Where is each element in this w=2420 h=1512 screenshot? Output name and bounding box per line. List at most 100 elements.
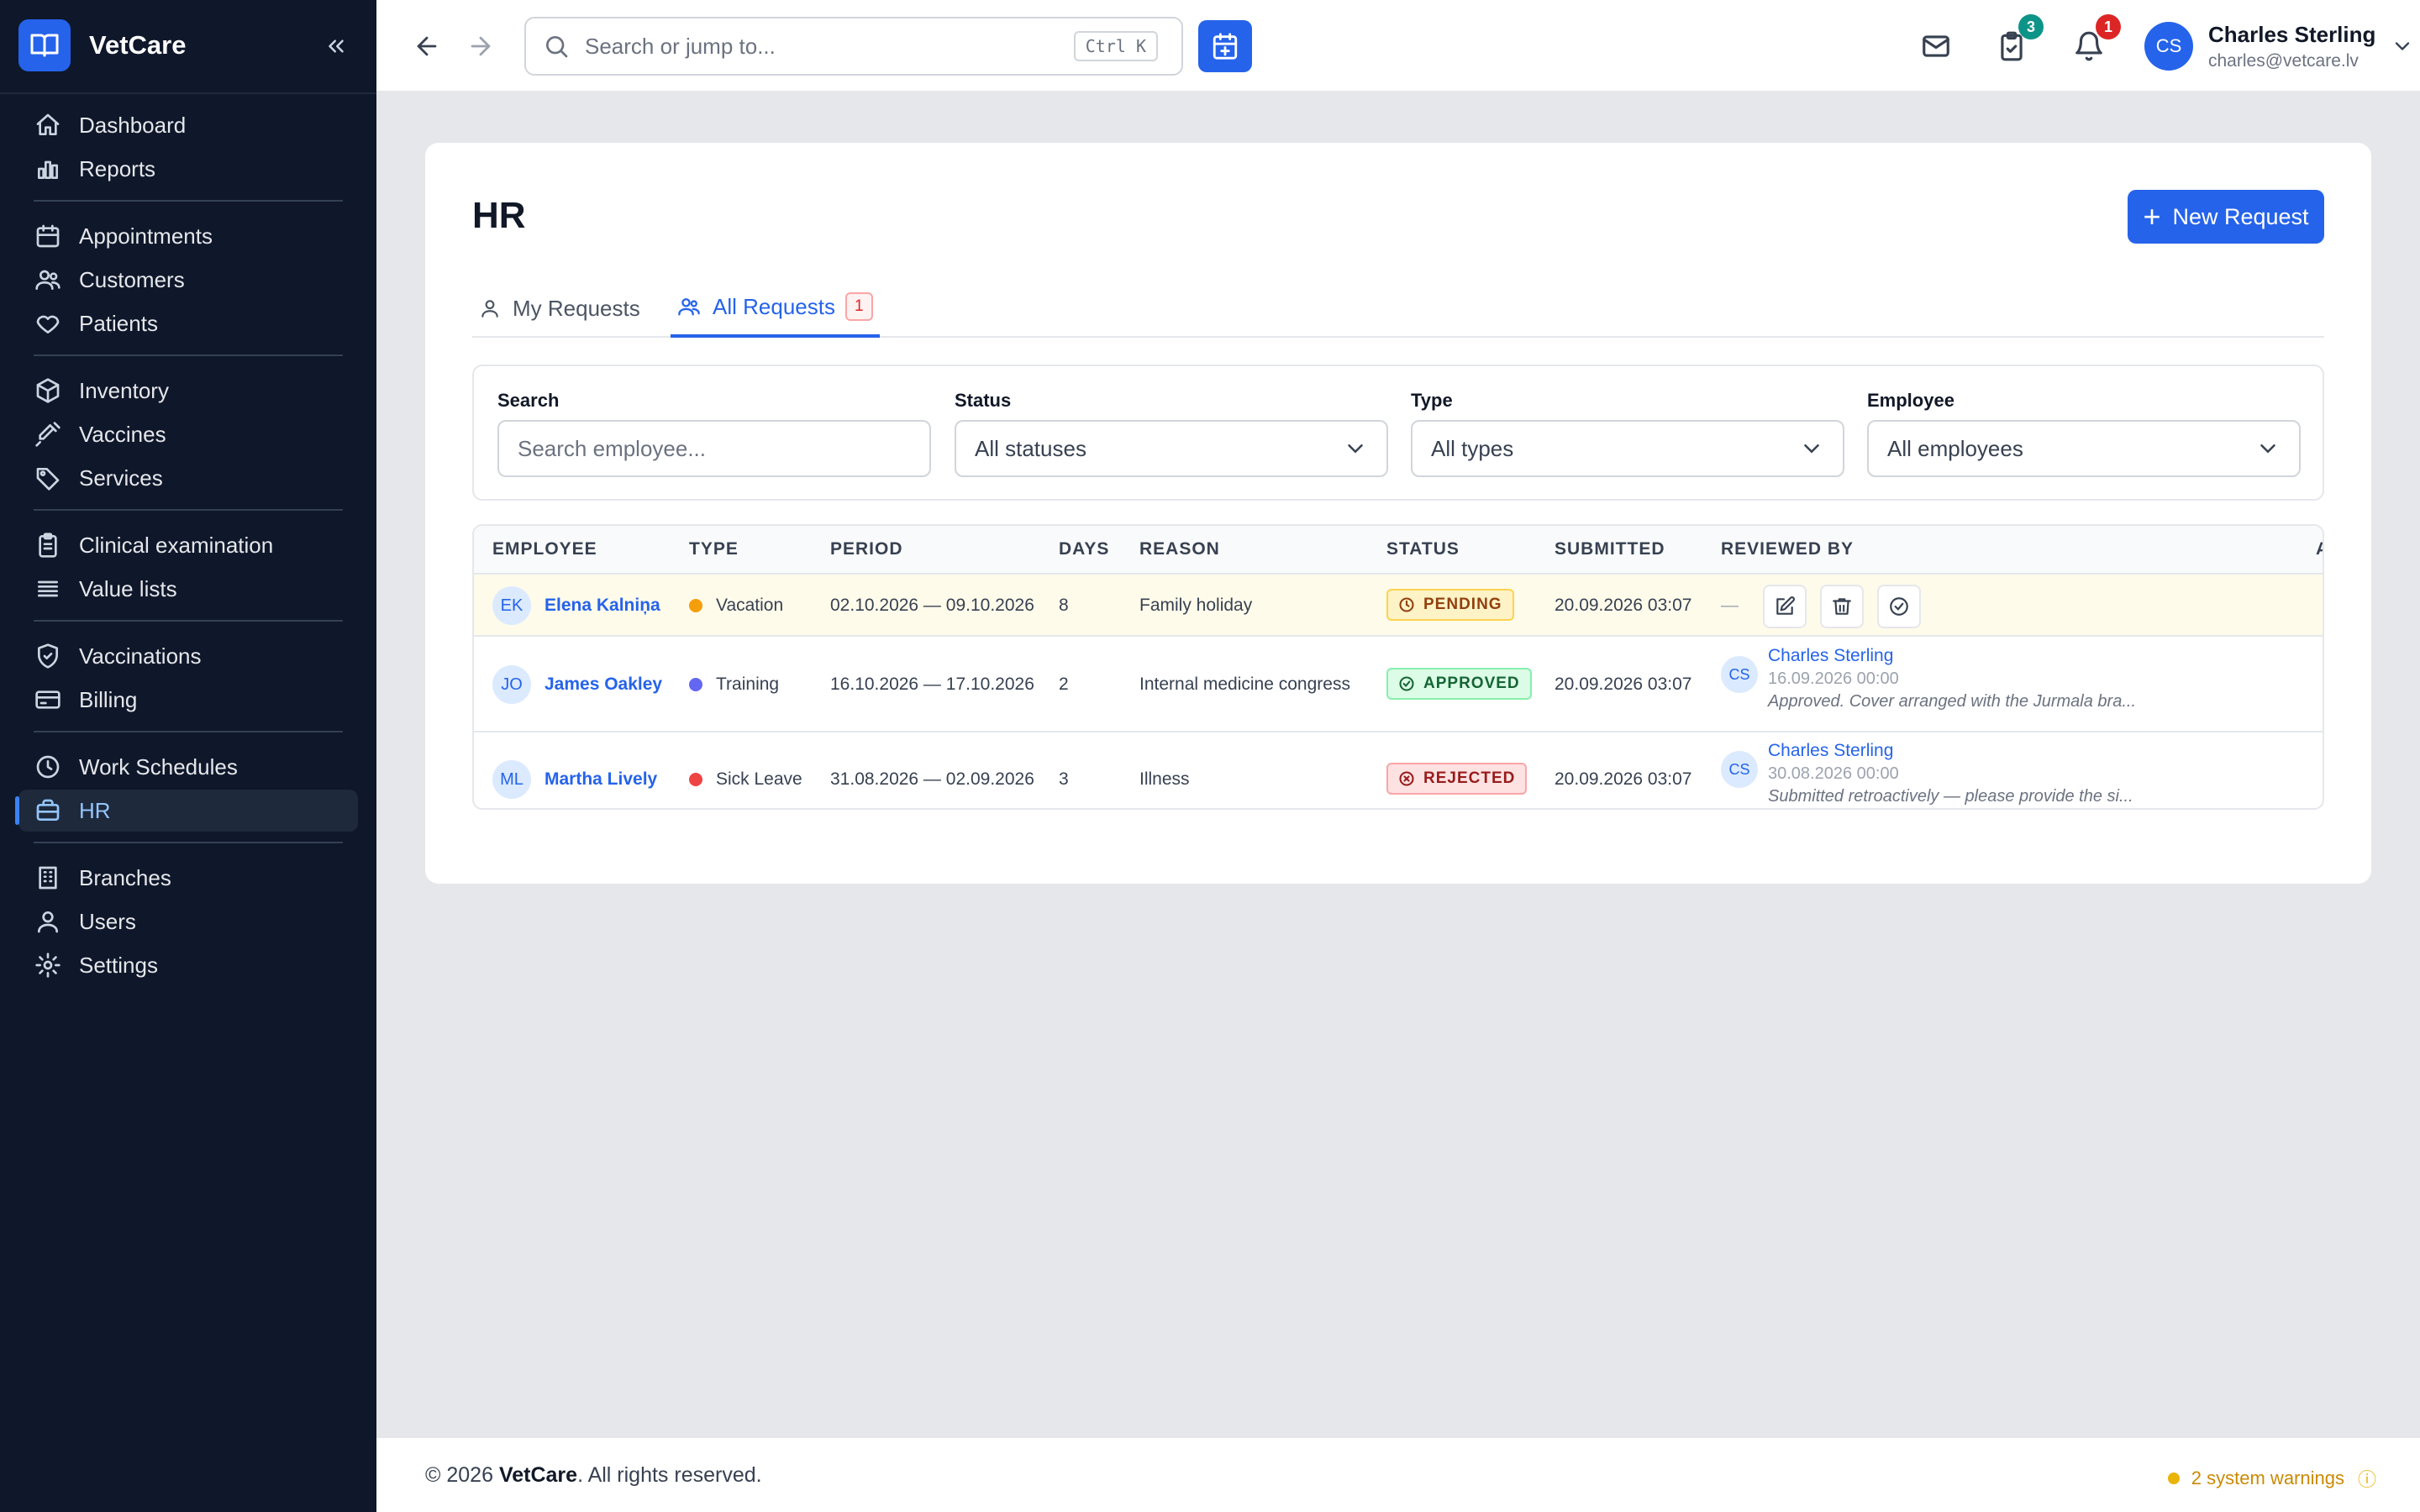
tab-my-requests[interactable]: My Requests <box>479 279 640 338</box>
column-header-days[interactable]: DAYS <box>1059 539 1109 559</box>
table-row[interactable]: ML Martha Lively Sick Leave 31.08.2026 —… <box>474 732 2323 808</box>
period-cell: 02.10.2026 — 09.10.2026 <box>830 596 1034 615</box>
back-button[interactable] <box>405 24 449 68</box>
brand[interactable]: VetCare <box>18 18 358 72</box>
delete-request-button[interactable] <box>1820 585 1864 628</box>
column-header-period[interactable]: PERIOD <box>830 539 903 559</box>
table-row[interactable]: JO James Oakley Training 16.10.2026 — 17… <box>474 637 2323 732</box>
employee-select[interactable]: All employees <box>1867 420 2301 477</box>
column-header-status[interactable]: STATUS <box>1386 539 1460 559</box>
system-warnings[interactable]: 2 system warnings ⓘ <box>2167 1465 2376 1492</box>
column-header-employee[interactable]: EMPLOYEE <box>492 539 597 559</box>
sidebar-divider <box>34 354 343 356</box>
days-cell: 3 <box>1059 769 1069 789</box>
box-icon-glyph <box>36 378 60 403</box>
employee-cell: ML Martha Lively <box>492 760 657 799</box>
sidebar-divider <box>34 200 343 202</box>
type-color-dot <box>689 599 702 612</box>
sidebar-item-reports[interactable]: Reports <box>18 148 358 190</box>
notifications-button[interactable]: 1 <box>2067 14 2121 68</box>
box-icon <box>34 376 62 405</box>
reviewed-at: 30.08.2026 00:00 <box>1768 764 1899 783</box>
sidebar-item-label: Vaccinations <box>79 643 202 669</box>
gear-icon-glyph <box>35 953 60 978</box>
sidebar-item-work-schedules[interactable]: Work Schedules <box>18 746 358 788</box>
reviewed-by-empty: — <box>1721 596 1739 615</box>
column-header-a[interactable]: A <box>2316 539 2323 559</box>
sidebar-item-billing[interactable]: Billing <box>18 679 358 721</box>
chevron-down-icon <box>1348 444 1363 454</box>
tab-all-requests[interactable]: All Requests 1 <box>671 279 880 338</box>
column-header-reviewed-by[interactable]: REVIEWED BY <box>1721 539 1854 559</box>
sidebar-item-customers[interactable]: Customers <box>18 259 358 301</box>
reason-cell: Family holiday <box>1139 596 1253 615</box>
sidebar-item-vaccinations[interactable]: Vaccinations <box>18 635 358 677</box>
notifications-count-badge: 1 <box>2096 14 2121 39</box>
filter-employee-label: Employee <box>1867 390 1954 411</box>
table-row[interactable]: EK Elena Kalniņa Vacation 02.10.2026 — 0… <box>474 575 2323 637</box>
sidebar-item-dashboard[interactable]: Dashboard <box>18 104 358 146</box>
tasks-count-badge: 3 <box>2018 14 2044 39</box>
new-request-button[interactable]: + New Request <box>2128 190 2324 244</box>
sidebar-item-branches[interactable]: Branches <box>18 857 358 899</box>
home-icon-glyph <box>36 113 60 135</box>
sidebar-item-label: Users <box>79 908 136 934</box>
check-circle-icon <box>1399 676 1414 691</box>
reason-cell: Illness <box>1139 769 1190 789</box>
x-circle-icon <box>1399 771 1414 786</box>
employee-cell: JO James Oakley <box>492 665 662 704</box>
employee-link[interactable]: Martha Lively <box>544 769 657 790</box>
clock-icon <box>34 753 62 781</box>
sidebar-item-services[interactable]: Services <box>18 457 358 499</box>
copyright-prefix: © 2026 <box>425 1463 493 1487</box>
messages-button[interactable] <box>1914 24 1958 68</box>
collapse-sidebar-button[interactable] <box>319 32 353 60</box>
new-request-label: New Request <box>2172 203 2309 229</box>
type-select[interactable]: All types <box>1411 420 1844 477</box>
chevrons-left-icon <box>329 39 344 53</box>
status-label: PENDING <box>1423 596 1502 613</box>
shield-check-icon <box>34 642 62 670</box>
sidebar-item-patients[interactable]: Patients <box>18 302 358 344</box>
filter-status: Status All statuses <box>955 390 1388 477</box>
column-header-reason[interactable]: REASON <box>1139 539 1220 559</box>
sidebar-item-hr[interactable]: HR <box>15 790 358 832</box>
sidebar-item-appointments[interactable]: Appointments <box>18 215 358 257</box>
clipboard-icon-glyph <box>39 533 57 558</box>
quick-calendar-button[interactable] <box>1198 20 1252 72</box>
tasks-button[interactable]: 3 <box>1990 14 2044 68</box>
sidebar-item-value-lists[interactable]: Value lists <box>18 568 358 610</box>
reviewer-link[interactable]: Charles Sterling <box>1768 646 2136 666</box>
arrow-left-icon <box>417 36 437 56</box>
column-header-submitted[interactable]: SUBMITTED <box>1555 539 1665 559</box>
forward-button[interactable] <box>459 24 502 68</box>
all-requests-count-badge: 1 <box>844 292 873 321</box>
reviewer-avatar: CS <box>1721 751 1758 788</box>
employee-link[interactable]: Elena Kalniņa <box>544 596 660 616</box>
sidebar-item-vaccines[interactable]: Vaccines <box>18 413 358 455</box>
footer-brand: VetCare <box>498 1463 578 1487</box>
user-menu[interactable]: CS Charles Sterling charles@vetcare.lv <box>2144 20 2414 72</box>
check-circle-icon <box>1890 597 1908 616</box>
copyright-suffix: . All rights reserved. <box>577 1463 762 1487</box>
sidebar-item-clinical-examination[interactable]: Clinical examination <box>18 524 358 566</box>
global-search-placeholder: Search or jump to... <box>585 33 776 59</box>
warning-dot-icon <box>2167 1473 2180 1484</box>
status-select[interactable]: All statuses <box>955 420 1388 477</box>
system-warnings-label: 2 system warnings <box>2191 1467 2344 1488</box>
employee-link[interactable]: James Oakley <box>544 675 662 695</box>
reviewed-by-cell: CS Charles Sterling 16.09.2026 00:00 App… <box>1721 646 2136 711</box>
reviewer-link[interactable]: Charles Sterling <box>1768 741 2133 761</box>
clock-icon-glyph <box>36 755 60 779</box>
edit-request-button[interactable] <box>1763 585 1807 628</box>
global-search-input[interactable]: Search or jump to... Ctrl K <box>524 17 1183 76</box>
filter-status-label: Status <box>955 390 1012 411</box>
filters-panel: Search Search employee... Status All sta… <box>472 365 2324 501</box>
employee-search-input[interactable]: Search employee... <box>497 420 931 477</box>
sidebar-item-settings[interactable]: Settings <box>18 944 358 986</box>
reason-cell: Internal medicine congress <box>1139 675 1350 694</box>
approve-request-button[interactable] <box>1877 585 1921 628</box>
sidebar-item-inventory[interactable]: Inventory <box>18 370 358 412</box>
column-header-type[interactable]: TYPE <box>689 539 739 559</box>
sidebar-item-users[interactable]: Users <box>18 900 358 942</box>
